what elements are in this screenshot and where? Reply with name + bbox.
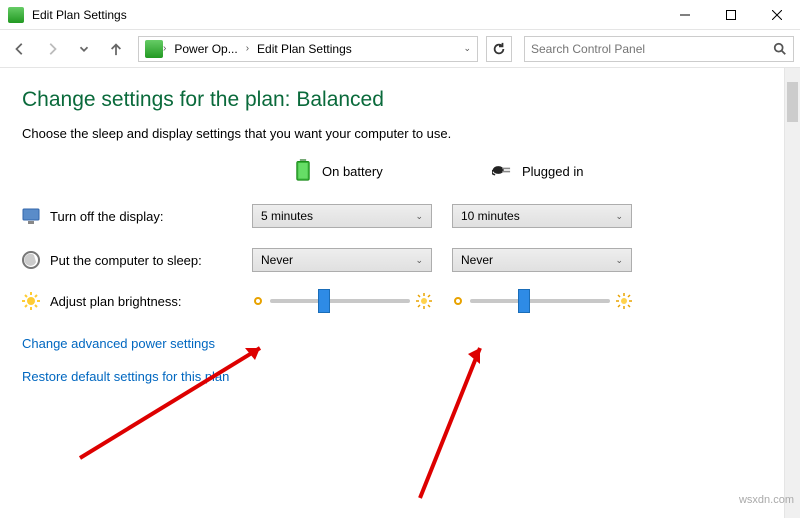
chevron-down-icon: ⌄ bbox=[415, 211, 423, 222]
up-button[interactable] bbox=[102, 35, 130, 63]
titlebar: Edit Plan Settings bbox=[0, 0, 800, 30]
display-battery-dropdown[interactable]: 5 minutes ⌄ bbox=[252, 204, 432, 228]
slider-thumb[interactable] bbox=[318, 289, 330, 313]
label-text: Turn off the display: bbox=[50, 209, 163, 224]
battery-icon bbox=[292, 159, 314, 184]
annotation-arrow-2 bbox=[370, 338, 500, 508]
dropdown-value: 5 minutes bbox=[261, 209, 313, 223]
sleep-battery-dropdown[interactable]: Never ⌄ bbox=[252, 248, 432, 272]
annotation-arrow-1 bbox=[70, 338, 270, 468]
breadcrumb-seg-2[interactable]: Edit Plan Settings bbox=[249, 37, 360, 61]
slider-thumb[interactable] bbox=[518, 289, 530, 313]
breadcrumb-seg-1[interactable]: Power Op... bbox=[166, 37, 245, 61]
watermark: wsxdn.com bbox=[739, 494, 794, 506]
minimize-button[interactable] bbox=[662, 0, 708, 29]
forward-button[interactable] bbox=[38, 35, 66, 63]
sun-max-icon bbox=[616, 293, 632, 309]
slider-track[interactable] bbox=[470, 299, 610, 303]
breadcrumb-dropdown[interactable]: ⌄ bbox=[457, 43, 477, 54]
brightness-plugged-slider[interactable] bbox=[452, 293, 632, 309]
column-header-plugged: Plugged in bbox=[452, 159, 652, 184]
sleep-icon bbox=[22, 251, 40, 269]
search-box[interactable] bbox=[524, 36, 794, 62]
page-description: Choose the sleep and display settings th… bbox=[22, 126, 778, 141]
search-input[interactable] bbox=[531, 42, 773, 56]
content-area: Change settings for the plan: Balanced C… bbox=[0, 68, 800, 518]
navbar: › Power Op... › Edit Plan Settings ⌄ bbox=[0, 30, 800, 68]
sun-min-icon bbox=[452, 295, 464, 307]
label-text: Put the computer to sleep: bbox=[50, 253, 202, 268]
plug-icon bbox=[492, 159, 514, 184]
dropdown-value: 10 minutes bbox=[461, 209, 520, 223]
settings-grid: On battery Plugged in Turn off the displ… bbox=[22, 159, 778, 310]
dropdown-value: Never bbox=[261, 253, 293, 267]
breadcrumb-icon bbox=[145, 40, 163, 58]
page-heading: Change settings for the plan: Balanced bbox=[22, 88, 778, 112]
advanced-settings-link[interactable]: Change advanced power settings bbox=[22, 336, 778, 351]
sun-min-icon bbox=[252, 295, 264, 307]
brightness-icon bbox=[22, 292, 40, 310]
sun-max-icon bbox=[416, 293, 432, 309]
maximize-button[interactable] bbox=[708, 0, 754, 29]
refresh-button[interactable] bbox=[486, 36, 512, 62]
chevron-down-icon: ⌄ bbox=[615, 255, 623, 266]
brightness-battery-slider[interactable] bbox=[252, 293, 432, 309]
column-label: Plugged in bbox=[522, 164, 583, 179]
display-icon bbox=[22, 207, 40, 225]
label-text: Adjust plan brightness: bbox=[50, 294, 182, 309]
back-button[interactable] bbox=[6, 35, 34, 63]
sleep-plugged-dropdown[interactable]: Never ⌄ bbox=[452, 248, 632, 272]
window-title: Edit Plan Settings bbox=[32, 8, 662, 22]
breadcrumb[interactable]: › Power Op... › Edit Plan Settings ⌄ bbox=[138, 36, 478, 62]
column-label: On battery bbox=[322, 164, 383, 179]
row-sleep-label: Put the computer to sleep: bbox=[22, 251, 252, 269]
chevron-down-icon: ⌄ bbox=[615, 211, 623, 222]
restore-defaults-link[interactable]: Restore default settings for this plan bbox=[22, 369, 778, 384]
search-icon bbox=[773, 42, 787, 56]
close-button[interactable] bbox=[754, 0, 800, 29]
slider-track[interactable] bbox=[270, 299, 410, 303]
row-display-label: Turn off the display: bbox=[22, 207, 252, 225]
row-brightness-label: Adjust plan brightness: bbox=[22, 292, 252, 310]
recent-button[interactable] bbox=[70, 35, 98, 63]
dropdown-value: Never bbox=[461, 253, 493, 267]
chevron-down-icon: ⌄ bbox=[415, 255, 423, 266]
display-plugged-dropdown[interactable]: 10 minutes ⌄ bbox=[452, 204, 632, 228]
column-header-battery: On battery bbox=[252, 159, 452, 184]
app-icon bbox=[8, 7, 24, 23]
